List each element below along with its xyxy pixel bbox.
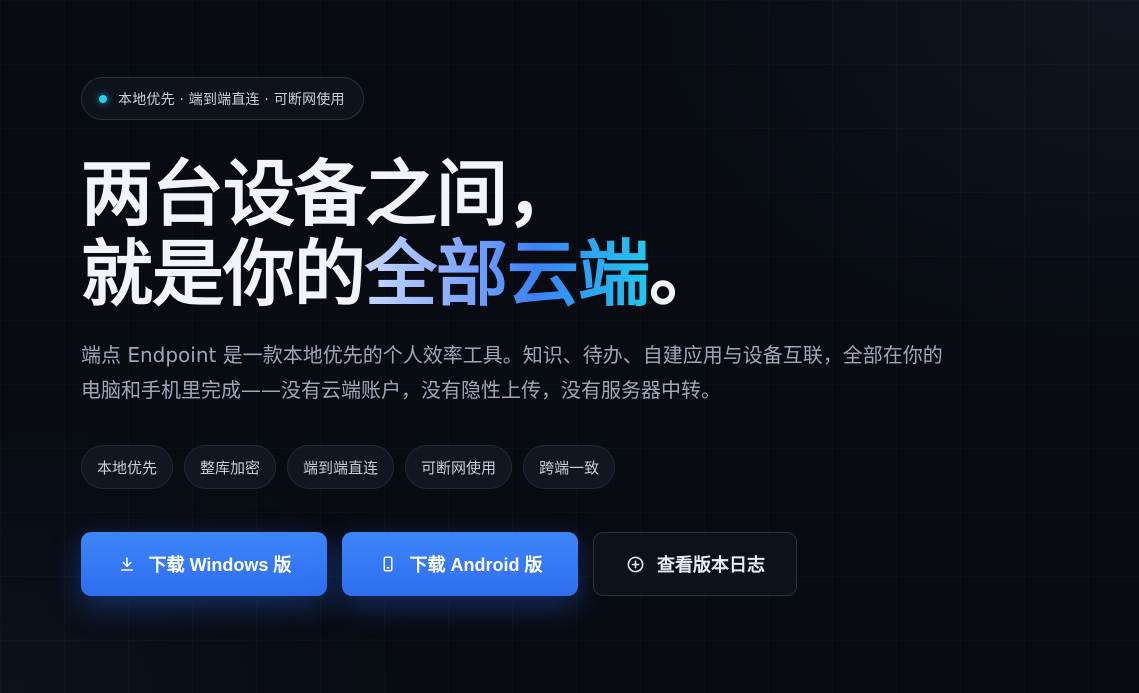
tag-offline: 可断网使用	[405, 445, 513, 489]
plus-circle-icon	[625, 554, 645, 574]
headline-highlight: 全部云端	[365, 232, 650, 316]
headline-line-1: 两台设备之间，	[81, 152, 579, 236]
tag-cross-platform: 跨端一致	[523, 445, 616, 489]
product-description: 端点 Endpoint 是一款本地优先的个人效率工具。知识、待办、自建应用与设备…	[81, 343, 943, 402]
hero-section: 本地优先 · 端到端直连 · 可断网使用 两台设备之间， 就是你的全部云端。 端…	[81, 77, 981, 596]
download-android-button[interactable]: 下载 Android 版	[342, 532, 578, 596]
page-title: 两台设备之间， 就是你的全部云端。	[81, 154, 981, 314]
tag-p2p: 端到端直连	[287, 445, 395, 489]
changelog-button[interactable]: 查看版本日志	[593, 532, 797, 596]
status-dot-icon	[99, 94, 107, 103]
tag-encryption: 整库加密	[184, 445, 277, 489]
headline-line-2: 就是你的全部云端。	[81, 234, 981, 314]
smartphone-icon	[378, 554, 398, 574]
feature-badge: 本地优先 · 端到端直连 · 可断网使用	[81, 77, 364, 120]
download-windows-button[interactable]: 下载 Windows 版	[81, 532, 327, 596]
headline-end: 。	[649, 232, 721, 316]
feature-tags: 本地优先 整库加密 端到端直连 可断网使用 跨端一致	[81, 445, 981, 489]
feature-badge-text: 本地优先 · 端到端直连 · 可断网使用	[118, 91, 345, 108]
download-actions: 下载 Windows 版 下载 Android 版 查看版本日志	[81, 532, 981, 596]
changelog-label: 查看版本日志	[657, 555, 765, 575]
download-windows-label: 下载 Windows 版	[148, 555, 292, 575]
headline-plain: 就是你的	[81, 232, 366, 316]
tag-local-first: 本地优先	[81, 445, 174, 489]
download-icon	[117, 554, 137, 574]
download-android-label: 下载 Android 版	[409, 555, 543, 575]
